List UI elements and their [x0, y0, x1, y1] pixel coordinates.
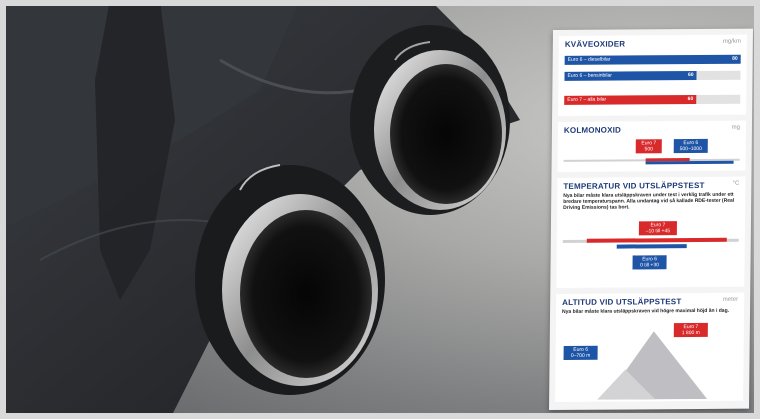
- nox-bar-value: 60: [687, 72, 694, 79]
- nox-bar-2: Euro 6 – bensinbilar 60: [564, 70, 741, 81]
- nox-unit: mg/km: [722, 38, 741, 45]
- nox-title: KVÄVEOXIDER: [564, 39, 626, 49]
- nox-bar-fill: Euro 7 – alla bilar 60: [564, 95, 697, 105]
- alt-euro6-tag: Euro 6 0–700 m: [563, 345, 598, 360]
- nox-bar-label: Euro 6 – dieselbilar: [567, 56, 611, 63]
- alt-section: ALTITUD VID UTSLÄPPSTEST meter Nya bilar…: [555, 292, 745, 403]
- alt-note: Nya bilar måste klara utsläppskraven vid…: [562, 307, 730, 315]
- nox-bar-fill: Euro 6 – dieselbilar 80: [564, 54, 741, 65]
- temp-euro7-tag: Euro 7 –10 till +45: [638, 221, 677, 236]
- nox-section: KVÄVEOXIDER mg/km Euro 6 – dieselbilar 8…: [558, 34, 747, 116]
- co-euro6-tag: Euro 6 500–1000: [673, 138, 708, 154]
- co-unit: mg: [731, 124, 740, 131]
- temp-euro6-value: 0 till +30: [640, 262, 659, 269]
- alt-euro7-tag: Euro 7 1 800 m: [673, 322, 708, 338]
- co-euro6-range: [645, 160, 734, 165]
- temp-euro7-value: –10 till +45: [645, 228, 671, 235]
- temp-section: TEMPERATUR VID UTSLÄPPSTEST °C Nya bilar…: [556, 176, 746, 288]
- nox-bar-fill: Euro 6 – bensinbilar 60: [564, 70, 697, 81]
- alt-euro6-value: 0–700 m: [570, 352, 591, 359]
- nox-bar-1: Euro 6 – dieselbilar 80: [564, 54, 741, 65]
- mountain-icon: [597, 331, 708, 400]
- alt-euro7-value: 1 800 m: [681, 329, 700, 337]
- co-title: KOLMONOXID: [563, 125, 622, 135]
- nox-bar-label: Euro 7 – alla bilar: [567, 96, 607, 103]
- co-euro7-value: 500: [644, 146, 653, 153]
- nox-bar-value: 80: [732, 55, 738, 62]
- co-section: KOLMONOXID mg Euro 7 500 Euro 6 500–1000: [557, 120, 747, 172]
- temp-title: TEMPERATUR VID UTSLÄPPSTEST: [563, 180, 705, 191]
- scene: KVÄVEOXIDER mg/km Euro 6 – dieselbilar 8…: [0, 0, 760, 419]
- nox-bar-3: Euro 7 – alla bilar 60: [564, 94, 741, 105]
- co-euro6-value: 500–1000: [679, 145, 702, 153]
- alt-title: ALTITUD VID UTSLÄPPSTEST: [562, 297, 682, 307]
- temp-unit: °C: [732, 180, 740, 187]
- nox-bar-value: 60: [687, 96, 694, 103]
- nox-bar-label: Euro 6 – bensinbilar: [567, 72, 613, 79]
- infographic-panel: KVÄVEOXIDER mg/km Euro 6 – dieselbilar 8…: [549, 28, 753, 411]
- temp-euro6-tag: Euro 6 0 till +30: [632, 255, 667, 270]
- alt-unit: meter: [722, 296, 739, 303]
- co-euro7-tag: Euro 7 500: [635, 139, 662, 154]
- temp-euro6-range: [616, 244, 687, 249]
- temp-euro7-range: [586, 237, 727, 243]
- temp-note: Nya bilar måste klara utsläppskraven und…: [563, 191, 735, 211]
